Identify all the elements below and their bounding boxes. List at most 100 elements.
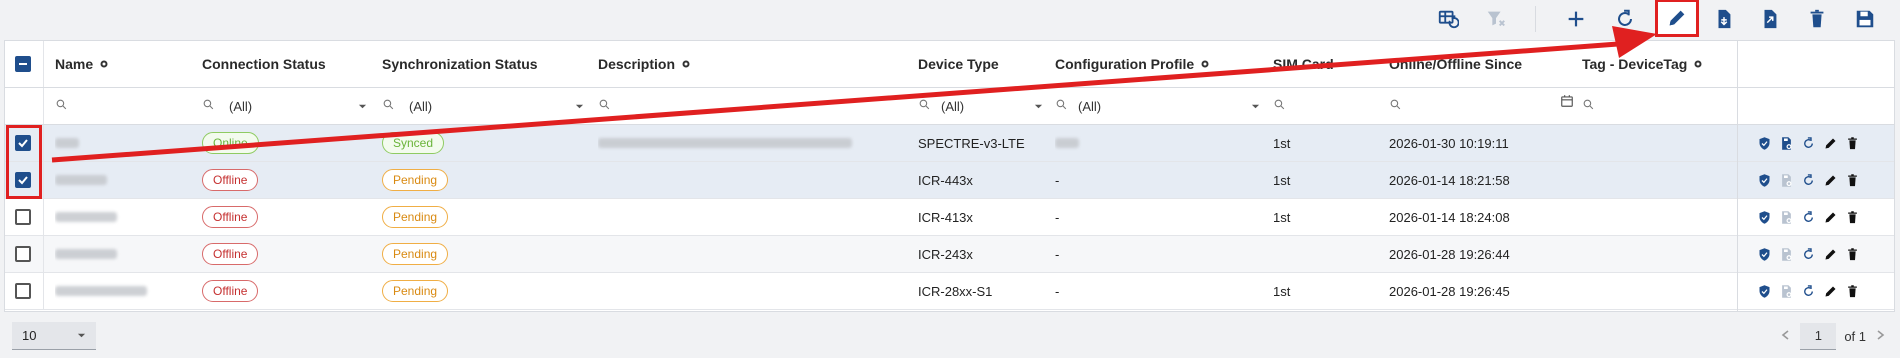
toolbar-separator	[1535, 6, 1536, 32]
edit-icon[interactable]	[1823, 284, 1838, 299]
device-name-cell[interactable]	[55, 199, 195, 235]
header-config-profile[interactable]: Configuration Profile	[1055, 41, 1255, 87]
restart-icon[interactable]	[1801, 210, 1816, 225]
table-refresh-icon[interactable]	[1433, 4, 1463, 34]
shield-icon[interactable]	[1757, 284, 1772, 299]
device-name-cell[interactable]	[55, 236, 195, 272]
select-all-checkbox[interactable]	[15, 56, 31, 72]
restart-icon[interactable]	[1801, 247, 1816, 262]
chevron-left-icon[interactable]	[1780, 329, 1792, 344]
gear-icon[interactable]	[98, 58, 110, 70]
gear-icon[interactable]	[1692, 58, 1704, 70]
device-type-filter[interactable]: (All)	[918, 88, 1043, 124]
export-icon[interactable]	[1755, 4, 1785, 34]
shield-icon[interactable]	[1757, 210, 1772, 225]
since-filter[interactable]	[1389, 88, 1574, 124]
header-description-label: Description	[598, 56, 676, 72]
connection-filter[interactable]: (All)	[202, 88, 367, 124]
description-cell	[598, 125, 908, 161]
config-upload-icon[interactable]	[1779, 210, 1794, 225]
delete-icon[interactable]	[1845, 173, 1860, 188]
device-name-cell[interactable]	[55, 273, 195, 309]
refresh-icon[interactable]	[1610, 4, 1640, 34]
row-checkbox[interactable]	[15, 172, 31, 188]
since-cell: 2026-01-28 19:26:45	[1389, 273, 1569, 309]
gear-icon[interactable]	[1199, 58, 1211, 70]
row-checkbox[interactable]	[15, 283, 31, 299]
table-row[interactable]: Offline Pending ICR-28xx-S1 - 1st 2026-01-28 …	[5, 273, 1894, 310]
shield-icon[interactable]	[1757, 173, 1772, 188]
edit-icon[interactable]	[1823, 136, 1838, 151]
calendar-icon[interactable]	[1560, 94, 1574, 111]
config-upload-icon[interactable]	[1779, 247, 1794, 262]
device-type-cell: ICR-28xx-S1	[918, 273, 1048, 309]
header-description[interactable]: Description	[598, 41, 798, 87]
delete-icon[interactable]	[1845, 210, 1860, 225]
sim-card-value: 1st	[1273, 209, 1291, 225]
delete-icon[interactable]	[1845, 247, 1860, 262]
table-row[interactable]: Offline Pending ICR-243x - 2026-01-28 19:26:…	[5, 236, 1894, 273]
gear-icon[interactable]	[680, 58, 692, 70]
edit-icon[interactable]	[1823, 247, 1838, 262]
header-since[interactable]: Online/Offline Since	[1389, 41, 1569, 87]
header-name[interactable]: Name	[55, 41, 195, 87]
row-checkbox[interactable]	[15, 246, 31, 262]
chevron-down-icon[interactable]	[1251, 99, 1260, 114]
clear-filter-icon[interactable]	[1481, 4, 1511, 34]
search-icon	[202, 98, 215, 114]
edit-icon[interactable]	[1823, 210, 1838, 225]
import-icon[interactable]	[1709, 4, 1739, 34]
add-icon[interactable]	[1561, 4, 1591, 34]
sim-card-cell	[1273, 236, 1373, 272]
header-connection-status[interactable]: Connection Status	[202, 41, 372, 87]
restart-icon[interactable]	[1801, 173, 1816, 188]
save-icon[interactable]	[1850, 4, 1880, 34]
chevron-right-icon[interactable]	[1874, 329, 1886, 344]
sim-card-cell: 1st	[1273, 199, 1373, 235]
edit-icon[interactable]	[1823, 173, 1838, 188]
chevron-down-icon[interactable]	[1034, 99, 1043, 114]
row-checkbox[interactable]	[15, 135, 31, 151]
description-cell	[598, 162, 908, 198]
config-profile-filter[interactable]: (All)	[1055, 88, 1260, 124]
header-sim-card[interactable]: SIM Card	[1273, 41, 1373, 87]
config-upload-icon[interactable]	[1779, 284, 1794, 299]
edit-icon[interactable]	[1655, 0, 1699, 37]
device-name-cell[interactable]	[55, 162, 195, 198]
config-upload-icon[interactable]	[1779, 136, 1794, 151]
table-row[interactable]: Offline Pending ICR-413x - 1st 2026-01-14 18:…	[5, 199, 1894, 236]
row-actions	[1757, 236, 1860, 272]
delete-icon[interactable]	[1845, 136, 1860, 151]
delete-icon[interactable]	[1802, 4, 1832, 34]
table-row[interactable]: Online Synced SPECTRE-v3-LTE 1st 2026-01-30 …	[5, 125, 1894, 162]
page-number-input[interactable]: 1	[1800, 322, 1837, 350]
chevron-down-icon[interactable]	[575, 99, 584, 114]
shield-icon[interactable]	[1757, 247, 1772, 262]
device-name-cell[interactable]	[55, 125, 195, 161]
restart-icon[interactable]	[1801, 284, 1816, 299]
header-tag[interactable]: Tag - DeviceTag	[1582, 41, 1732, 87]
sim-filter[interactable]	[1273, 88, 1373, 124]
restart-icon[interactable]	[1801, 136, 1816, 151]
device-type-value: ICR-243x	[918, 246, 973, 262]
sync-filter[interactable]: (All)	[382, 88, 584, 124]
table-row[interactable]: Offline Pending ICR-443x - 1st 2026-01-14 18:…	[5, 162, 1894, 199]
config-upload-icon[interactable]	[1779, 173, 1794, 188]
page-count: of 1	[1844, 328, 1866, 344]
shield-icon[interactable]	[1757, 136, 1772, 151]
name-filter[interactable]	[55, 88, 195, 124]
page-size-select[interactable]: 10	[12, 322, 96, 350]
search-icon	[598, 98, 611, 114]
tag-filter[interactable]	[1582, 88, 1732, 124]
sync-status-badge: Pending	[382, 169, 449, 191]
row-checkbox[interactable]	[15, 209, 31, 225]
chevron-down-icon[interactable]	[358, 99, 367, 114]
description-filter[interactable]	[598, 88, 798, 124]
header-device-type[interactable]: Device Type	[918, 41, 1048, 87]
header-select-cell	[15, 41, 41, 87]
delete-icon[interactable]	[1845, 284, 1860, 299]
row-select-cell	[15, 162, 41, 198]
since-value: 2026-01-14 18:21:58	[1389, 172, 1510, 188]
header-sync-status[interactable]: Synchronization Status	[382, 41, 592, 87]
chevron-down-icon[interactable]	[77, 328, 86, 343]
